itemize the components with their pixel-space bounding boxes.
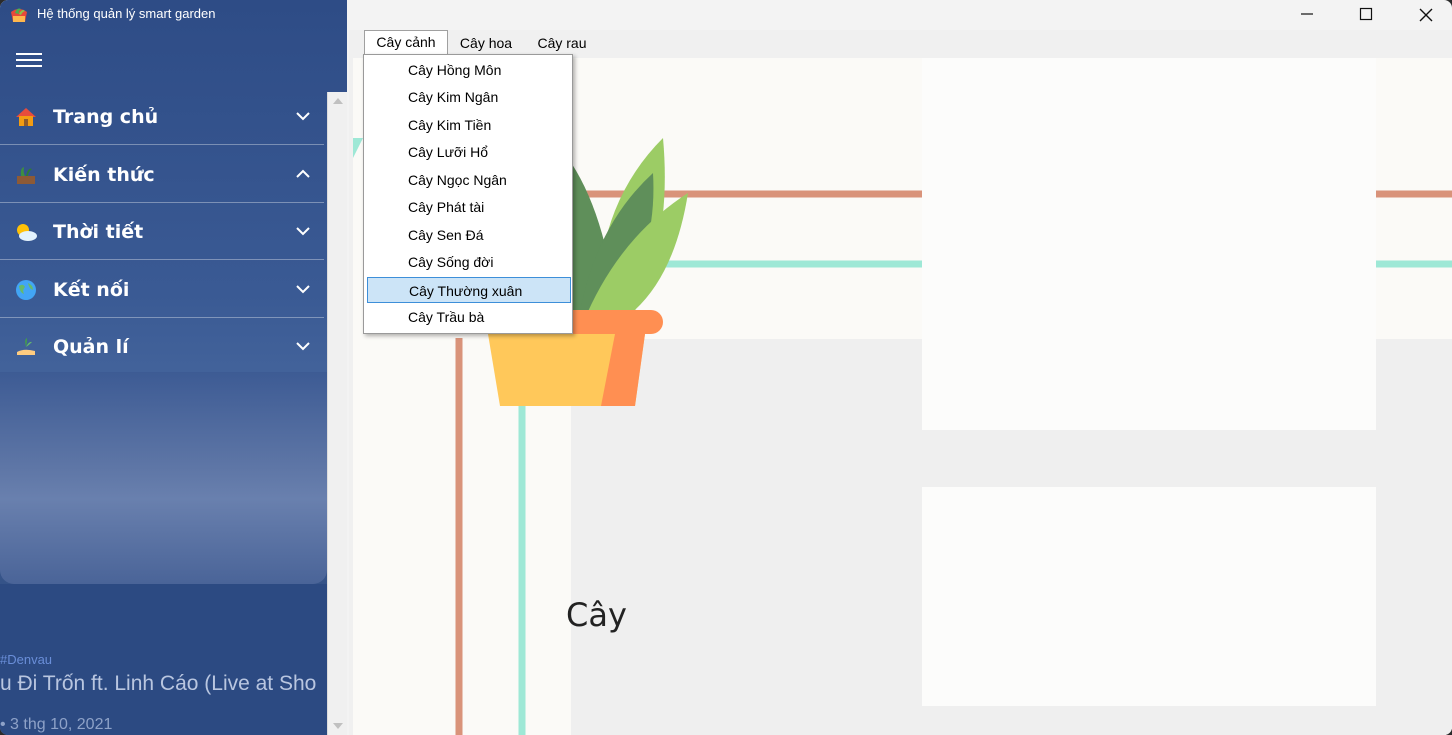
sidebar-item-kien-thuc[interactable]: Kiến thức: [0, 146, 324, 203]
scroll-down-icon[interactable]: [333, 723, 343, 729]
video-hashtag[interactable]: #Denvau: [0, 652, 52, 667]
tab-strip: Cây cảnh Cây hoa Cây rau: [349, 30, 1452, 56]
app-title: Hệ thống quản lý smart garden: [37, 6, 216, 21]
chevron-up-icon[interactable]: [295, 168, 311, 180]
video-date: • 3 thg 10, 2021: [0, 716, 113, 733]
maximize-button[interactable]: [1335, 0, 1395, 28]
sidebar-background-panel: [0, 372, 327, 584]
close-button[interactable]: [1394, 0, 1452, 28]
plant-box-icon: [17, 167, 35, 184]
dropdown-item[interactable]: Cây Trầu bà: [367, 304, 571, 330]
plant-label: Cây: [566, 596, 627, 634]
minimize-button[interactable]: [1276, 0, 1336, 28]
hand-plant-icon: [17, 338, 35, 355]
close-icon: [1419, 8, 1433, 22]
dropdown-item[interactable]: Cây Ngọc Ngân: [367, 167, 571, 193]
chevron-down-icon[interactable]: [295, 283, 311, 295]
plant-dropdown-menu[interactable]: Cây Hồng Môn Cây Kim Ngân Cây Kim Tiền C…: [363, 54, 573, 334]
app-logo-icon: [11, 8, 27, 22]
sidebar: Hệ thống quản lý smart garden Trang chủ …: [0, 0, 347, 735]
sidebar-scrollbar[interactable]: [327, 92, 347, 735]
chevron-down-icon[interactable]: [295, 225, 311, 237]
dropdown-item[interactable]: Cây Sen Đá: [367, 222, 571, 248]
hamburger-menu-button[interactable]: [16, 53, 42, 71]
maximize-icon: [1359, 7, 1373, 21]
app-window: Hệ thống quản lý smart garden Trang chủ …: [0, 0, 1452, 735]
tab-cay-canh[interactable]: Cây cảnh: [364, 30, 448, 56]
dropdown-item[interactable]: Cây Kim Tiền: [367, 112, 571, 138]
sidebar-item-label: Thời tiết: [53, 221, 144, 243]
chevron-down-icon[interactable]: [295, 340, 311, 352]
sidebar-item-quan-li[interactable]: Quản lí: [0, 318, 324, 375]
sidebar-item-thoi-tiet[interactable]: Thời tiết: [0, 203, 324, 260]
sidebar-item-ket-noi[interactable]: Kết nối: [0, 261, 324, 318]
video-preview[interactable]: #Denvau u Đi Trốn ft. Linh Cáo (Live at …: [0, 584, 327, 735]
dropdown-item[interactable]: Cây Lưỡi Hổ: [367, 139, 571, 165]
video-title[interactable]: u Đi Trốn ft. Linh Cáo (Live at Sho: [0, 672, 316, 696]
minimize-icon: [1301, 13, 1313, 15]
sidebar-item-label: Quản lí: [53, 336, 129, 358]
scroll-up-icon[interactable]: [333, 98, 343, 104]
tab-cay-rau[interactable]: Cây rau: [531, 32, 593, 56]
title-bar: Hệ thống quản lý smart garden: [0, 0, 347, 28]
weather-icon: [17, 224, 37, 241]
tab-cay-hoa[interactable]: Cây hoa: [453, 32, 519, 56]
dropdown-item[interactable]: Cây Kim Ngân: [367, 84, 571, 110]
chevron-down-icon[interactable]: [295, 110, 311, 122]
sidebar-item-label: Trang chủ: [53, 106, 159, 128]
dropdown-item-selected[interactable]: Cây Thường xuân: [367, 277, 571, 303]
sidebar-item-label: Kiến thức: [53, 164, 155, 186]
sidebar-item-label: Kết nối: [53, 279, 130, 301]
dropdown-item[interactable]: Cây Sống đời: [367, 249, 571, 275]
dropdown-item[interactable]: Cây Hồng Môn: [367, 57, 571, 83]
sidebar-item-trang-chu[interactable]: Trang chủ: [0, 88, 324, 145]
home-icon: [16, 108, 36, 126]
globe-icon: [16, 280, 36, 300]
dropdown-item[interactable]: Cây Phát tài: [367, 194, 571, 220]
